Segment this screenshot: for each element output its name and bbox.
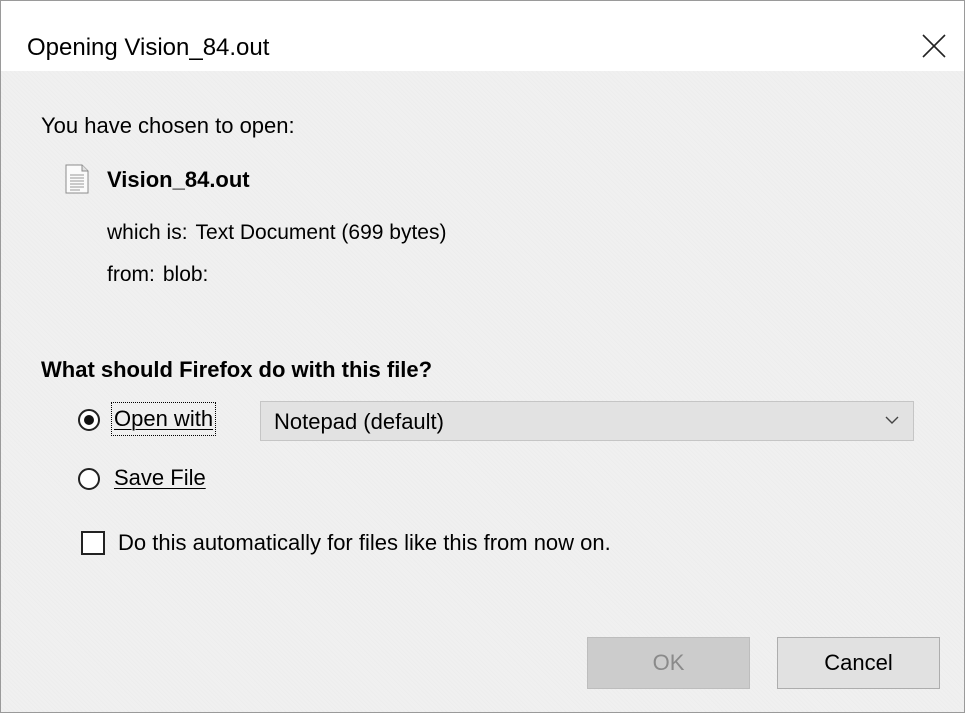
open-with-radio[interactable] — [78, 409, 100, 431]
cancel-button[interactable]: Cancel — [777, 637, 940, 689]
remember-choice-label[interactable]: Do this automatically for files like thi… — [118, 529, 611, 557]
file-source-value: blob: — [162, 263, 209, 286]
save-file-label[interactable]: Save File — [114, 464, 206, 492]
remember-choice-checkbox[interactable] — [81, 531, 105, 555]
intro-text: You have chosen to open: — [41, 113, 295, 138]
action-question: What should Firefox do with this file? — [41, 357, 433, 382]
text-document-icon — [65, 164, 89, 194]
dialog-body: You have chosen to open: Vision_84.out w… — [1, 71, 964, 712]
close-button[interactable] — [904, 21, 964, 71]
window-title: Opening Vision_84.out — [27, 34, 270, 61]
file-type-line: which is: Text Document (699 bytes) — [107, 219, 446, 247]
application-select[interactable]: Notepad (default) — [260, 401, 914, 441]
ok-button[interactable]: OK — [587, 637, 750, 689]
file-type-label: which is: — [107, 221, 188, 244]
file-source-line: from: blob: — [107, 261, 208, 289]
title-bar: Opening Vision_84.out — [1, 1, 964, 71]
open-with-label[interactable]: Open with — [110, 402, 217, 436]
file-name: Vision_84.out — [107, 167, 250, 192]
file-type-value: Text Document (699 bytes) — [195, 221, 447, 244]
save-file-radio[interactable] — [78, 468, 100, 490]
download-dialog: Opening Vision_84.out You have chosen to… — [0, 0, 965, 713]
application-select-value: Notepad (default) — [274, 409, 444, 434]
chevron-down-icon — [885, 416, 899, 424]
close-icon — [922, 34, 946, 58]
file-source-label: from: — [107, 263, 155, 286]
